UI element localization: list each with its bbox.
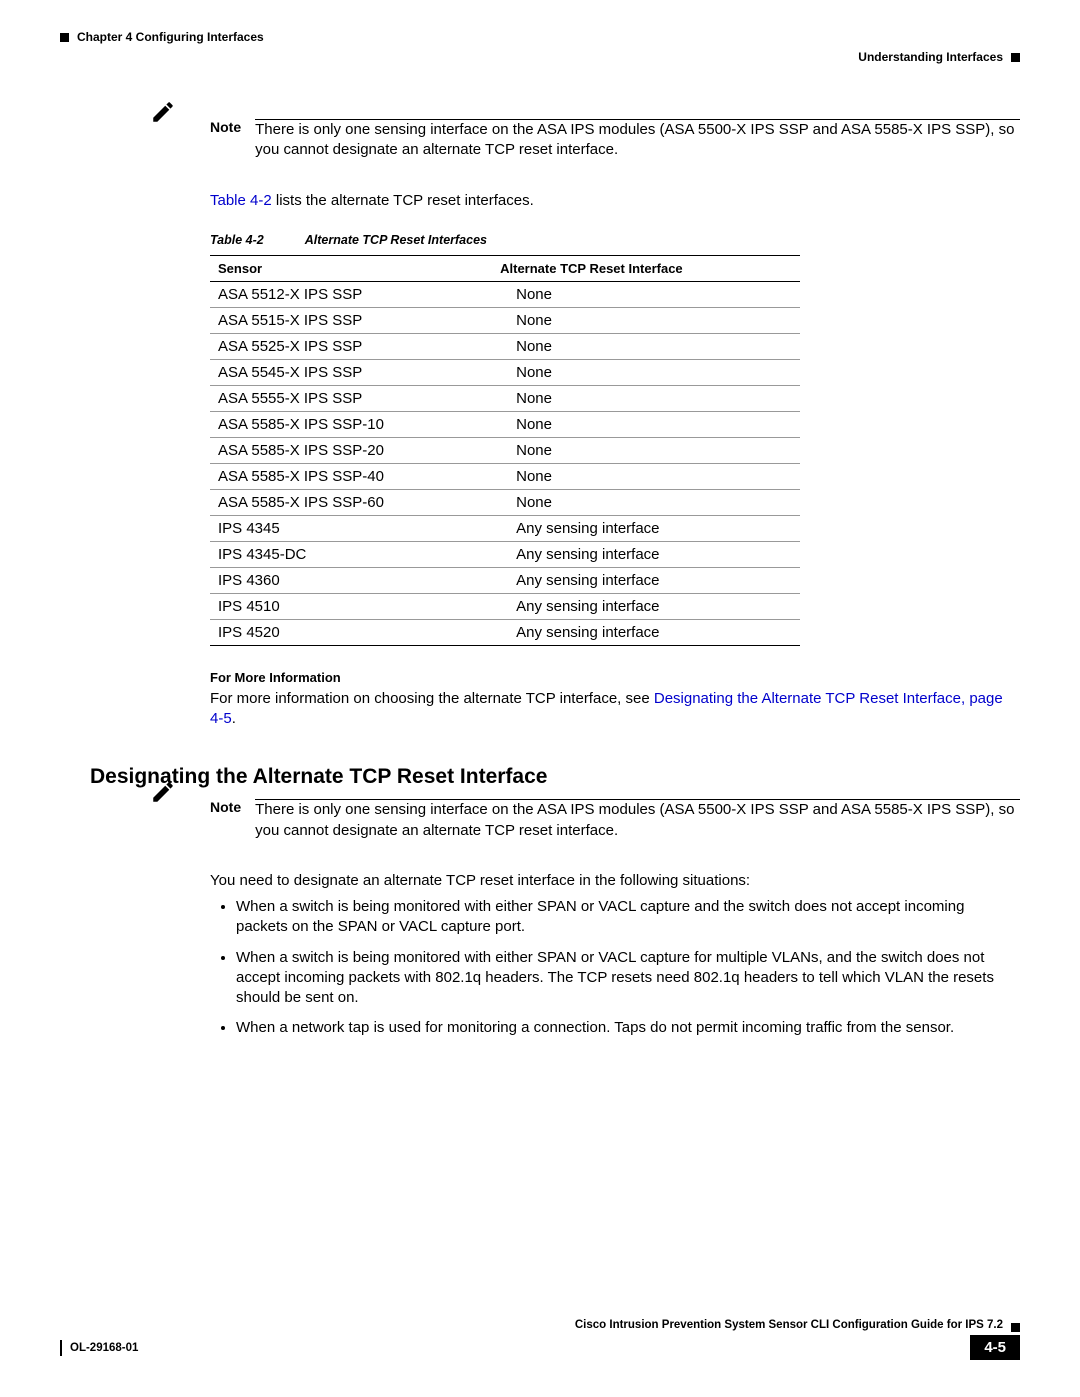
list-item: When a switch is being monitored with ei… bbox=[236, 897, 1020, 938]
table-row: IPS 4510Any sensing interface bbox=[210, 593, 800, 619]
note-icon bbox=[150, 779, 176, 809]
list-item: When a network tap is used for monitorin… bbox=[236, 1018, 1020, 1038]
table-row: ASA 5585-X IPS SSP-40None bbox=[210, 463, 800, 489]
table-row: ASA 5585-X IPS SSP-10None bbox=[210, 411, 800, 437]
table-row: IPS 4360Any sensing interface bbox=[210, 567, 800, 593]
list-item: When a switch is being monitored with ei… bbox=[236, 948, 1020, 1009]
table-row: ASA 5545-X IPS SSPNone bbox=[210, 359, 800, 385]
note-text: There is only one sensing interface on t… bbox=[255, 800, 1020, 841]
crop-mark-icon bbox=[1011, 53, 1020, 62]
table-ref-link[interactable]: Table 4-2 bbox=[210, 192, 272, 209]
doc-number: OL-29168-01 bbox=[70, 1342, 138, 1354]
table-row: ASA 5515-X IPS SSPNone bbox=[210, 307, 800, 333]
situations-list: When a switch is being monitored with ei… bbox=[210, 897, 1020, 1039]
note-block: Note There is only one sensing interface… bbox=[210, 119, 1020, 167]
table-row: ASA 5512-X IPS SSPNone bbox=[210, 281, 800, 307]
table-row: ASA 5555-X IPS SSPNone bbox=[210, 385, 800, 411]
more-info-heading: For More Information bbox=[210, 670, 1020, 685]
reset-interfaces-table: Sensor Alternate TCP Reset Interface ASA… bbox=[210, 255, 800, 646]
chapter-label: Chapter 4 Configuring Interfaces bbox=[60, 30, 264, 44]
note-icon bbox=[150, 99, 176, 129]
table-row: IPS 4345Any sensing interface bbox=[210, 515, 800, 541]
note-text: There is only one sensing interface on t… bbox=[255, 120, 1020, 161]
intro-paragraph: You need to designate an alternate TCP r… bbox=[210, 871, 1020, 891]
more-info-pre: For more information on choosing the alt… bbox=[210, 690, 654, 707]
note-block: Note There is only one sensing interface… bbox=[210, 799, 1020, 847]
more-info-text: For more information on choosing the alt… bbox=[210, 689, 1020, 730]
table-intro: Table 4-2 lists the alternate TCP reset … bbox=[210, 191, 1020, 211]
table-row: ASA 5585-X IPS SSP-60None bbox=[210, 489, 800, 515]
table-row: IPS 4345-DCAny sensing interface bbox=[210, 541, 800, 567]
page-footer: Cisco Intrusion Prevention System Sensor… bbox=[60, 1319, 1020, 1360]
table-row: ASA 5585-X IPS SSP-20None bbox=[210, 437, 800, 463]
table-intro-text: lists the alternate TCP reset interfaces… bbox=[272, 192, 534, 209]
table-caption: Table 4-2 Alternate TCP Reset Interfaces bbox=[210, 233, 1020, 247]
guide-title: Cisco Intrusion Prevention System Sensor… bbox=[575, 1319, 1003, 1331]
table-row: IPS 4520Any sensing interface bbox=[210, 619, 800, 645]
section-text: Understanding Interfaces bbox=[858, 50, 1003, 64]
page-number: 4-5 bbox=[970, 1335, 1020, 1360]
note-label: Note bbox=[210, 119, 241, 135]
more-info-post: . bbox=[232, 710, 236, 727]
col-alt-reset: Alternate TCP Reset Interface bbox=[492, 255, 800, 281]
table-number: Table 4-2 bbox=[210, 233, 264, 247]
table-row: ASA 5525-X IPS SSPNone bbox=[210, 333, 800, 359]
section-heading: Designating the Alternate TCP Reset Inte… bbox=[90, 765, 1020, 789]
crop-mark-icon bbox=[60, 33, 69, 42]
note-label: Note bbox=[210, 799, 241, 815]
col-sensor: Sensor bbox=[210, 255, 492, 281]
table-title: Alternate TCP Reset Interfaces bbox=[305, 233, 487, 247]
section-header: Understanding Interfaces bbox=[60, 50, 1020, 64]
chapter-text: Chapter 4 Configuring Interfaces bbox=[77, 30, 264, 44]
crop-mark-icon bbox=[1011, 1323, 1020, 1332]
footer-bar-icon bbox=[60, 1340, 62, 1356]
